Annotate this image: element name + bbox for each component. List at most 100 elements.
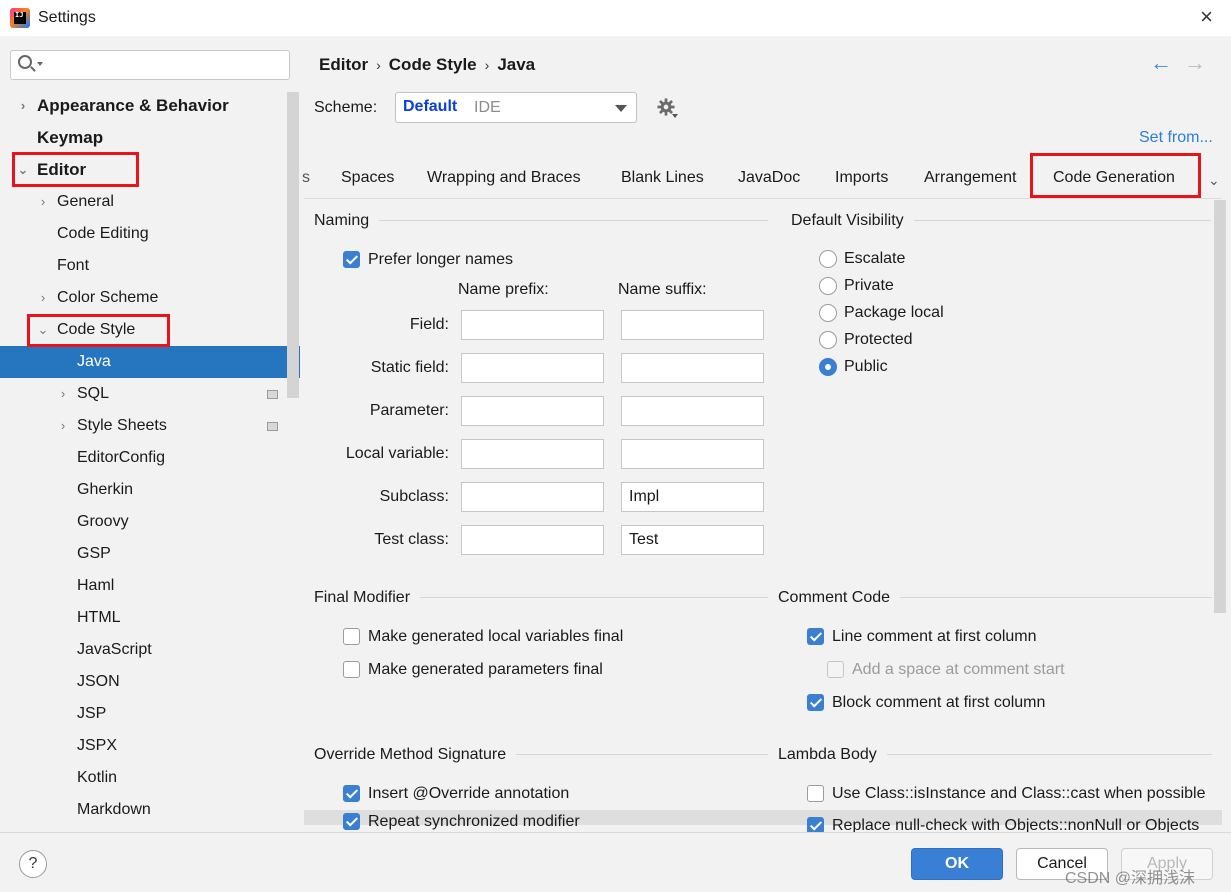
settings-search-input[interactable] (10, 50, 290, 80)
gear-menu-caret-icon[interactable] (672, 114, 678, 118)
tree-item-label: Kotlin (77, 769, 118, 786)
tree-item-code-editing[interactable]: Code Editing (0, 218, 300, 250)
tree-item-jsp[interactable]: JSP (0, 698, 300, 730)
tab-code-generation[interactable]: Code Generation (1053, 169, 1175, 187)
use-class-isinstance-checkbox[interactable] (807, 785, 824, 802)
tab-truncated[interactable]: s (302, 169, 310, 187)
tree-item-javascript[interactable]: JavaScript (0, 634, 300, 666)
tree-item-label: SQL (77, 385, 110, 402)
field-label: Field: (409, 316, 449, 333)
tree-item-sql[interactable]: › SQL (0, 378, 300, 410)
sidebar-scrollbar[interactable] (287, 92, 299, 398)
repeat-synchronized-checkbox[interactable] (343, 813, 360, 830)
chevron-down-icon[interactable]: ⌄ (1208, 172, 1220, 189)
tree-item-java[interactable]: Java (0, 346, 300, 378)
tree-item-kotlin[interactable]: Kotlin (0, 762, 300, 794)
ok-button[interactable]: OK (911, 848, 1003, 880)
tree-item-general[interactable]: › General (0, 186, 300, 218)
tree-item-markdown[interactable]: Markdown (0, 794, 300, 826)
subclass-prefix-input[interactable] (461, 482, 604, 512)
static-field-prefix-input[interactable] (461, 353, 604, 383)
tree-item-jspx[interactable]: JSPX (0, 730, 300, 762)
back-arrow-icon[interactable]: ← (1150, 50, 1172, 76)
settings-sidebar: › Appearance & Behavior Keymap ⌄ Editor … (0, 36, 300, 832)
visibility-protected-radio[interactable] (819, 331, 837, 349)
set-from-link[interactable]: Set from... (1139, 129, 1213, 147)
tree-item-keymap[interactable]: Keymap (0, 122, 300, 154)
tree-item-font[interactable]: Font (0, 250, 300, 282)
final-local-variables-label: Make generated local variables final (368, 628, 624, 645)
chevron-down-icon[interactable]: ⌄ (36, 314, 50, 346)
tree-item-html[interactable]: HTML (0, 602, 300, 634)
parameter-suffix-input[interactable] (621, 396, 764, 426)
add-space-comment-label: Add a space at comment start (852, 661, 1065, 678)
tree-item-editorconfig[interactable]: EditorConfig (0, 442, 300, 474)
breadcrumb-code-style: Code Style (388, 55, 477, 74)
tree-item-appearance-behavior[interactable]: › Appearance & Behavior (0, 90, 300, 122)
tab-spaces[interactable]: Spaces (341, 169, 394, 187)
test-class-suffix-input[interactable]: Test (621, 525, 764, 555)
tree-item-style-sheets[interactable]: › Style Sheets (0, 410, 300, 442)
insert-override-checkbox[interactable] (343, 785, 360, 802)
visibility-package-local-label: Package local (844, 304, 944, 321)
tree-item-label: Appearance & Behavior (37, 96, 229, 115)
tree-item-code-style[interactable]: ⌄ Code Style (0, 314, 300, 346)
visibility-public-radio[interactable] (819, 358, 837, 376)
field-suffix-input[interactable] (621, 310, 764, 340)
forward-arrow-icon[interactable]: → (1184, 50, 1206, 76)
tree-item-gherkin[interactable]: Gherkin (0, 474, 300, 506)
visibility-escalate-radio[interactable] (819, 250, 837, 268)
tree-item-label: JavaScript (77, 641, 152, 658)
naming-row-labels: Field: Static field: Parameter: Local va… (304, 307, 449, 567)
tree-item-editor[interactable]: ⌄ Editor (0, 154, 300, 186)
tree-item-color-scheme[interactable]: › Color Scheme (0, 282, 300, 314)
visibility-private-radio[interactable] (819, 277, 837, 295)
panel-vertical-scrollbar[interactable] (1214, 200, 1226, 613)
chevron-down-icon[interactable]: ⌄ (16, 154, 30, 186)
settings-main-panel: Editor › Code Style › Java ← → Scheme: Defau… (300, 36, 1231, 832)
subclass-suffix-input[interactable]: Impl (621, 482, 764, 512)
final-parameters-checkbox[interactable] (343, 661, 360, 678)
tree-item-haml[interactable]: Haml (0, 570, 300, 602)
tab-blank-lines[interactable]: Blank Lines (621, 169, 704, 187)
add-space-comment-checkbox[interactable] (827, 661, 844, 678)
tab-wrapping-and-braces[interactable]: Wrapping and Braces (427, 169, 581, 187)
field-prefix-input[interactable] (461, 310, 604, 340)
tree-item-groovy[interactable]: Groovy (0, 506, 300, 538)
chevron-right-icon[interactable]: › (56, 410, 70, 442)
breadcrumb: Editor › Code Style › Java (319, 55, 535, 75)
parameter-prefix-input[interactable] (461, 396, 604, 426)
tree-item-label: Editor (37, 160, 87, 179)
final-local-variables-checkbox[interactable] (343, 628, 360, 645)
chevron-right-icon[interactable]: › (16, 90, 30, 122)
help-button[interactable]: ? (19, 850, 47, 878)
scheme-scope: IDE (474, 99, 501, 116)
search-options-caret-icon[interactable] (37, 62, 43, 66)
block-comment-first-column-checkbox[interactable] (807, 694, 824, 711)
visibility-public-label: Public (844, 358, 888, 375)
replace-null-check-checkbox[interactable] (807, 817, 824, 832)
visibility-escalate-label: Escalate (844, 250, 906, 267)
title-bar: IJ Settings × (0, 0, 1231, 36)
tree-item-gsp[interactable]: GSP (0, 538, 300, 570)
local-variable-suffix-input[interactable] (621, 439, 764, 469)
visibility-package-local-radio[interactable] (819, 304, 837, 322)
chevron-right-icon[interactable]: › (36, 186, 50, 218)
window-title: Settings (38, 9, 96, 26)
tab-arrangement[interactable]: Arrangement (924, 169, 1017, 187)
scheme-dropdown[interactable]: Default IDE (395, 92, 637, 123)
tree-item-label: Haml (77, 577, 115, 594)
local-variable-prefix-input[interactable] (461, 439, 604, 469)
test-class-prefix-input[interactable] (461, 525, 604, 555)
chevron-right-icon[interactable]: › (36, 282, 50, 314)
tab-imports[interactable]: Imports (835, 169, 888, 187)
line-comment-first-column-checkbox[interactable] (807, 628, 824, 645)
tree-item-json[interactable]: JSON (0, 666, 300, 698)
close-icon[interactable]: × (1200, 4, 1213, 30)
watermark: CSDN @深拥浅沫 (1065, 870, 1196, 887)
tab-javadoc[interactable]: JavaDoc (738, 169, 800, 187)
static-field-suffix-input[interactable] (621, 353, 764, 383)
chevron-right-icon[interactable]: › (56, 378, 70, 410)
prefer-longer-names-checkbox[interactable] (343, 251, 360, 268)
breadcrumb-editor: Editor (319, 55, 369, 74)
